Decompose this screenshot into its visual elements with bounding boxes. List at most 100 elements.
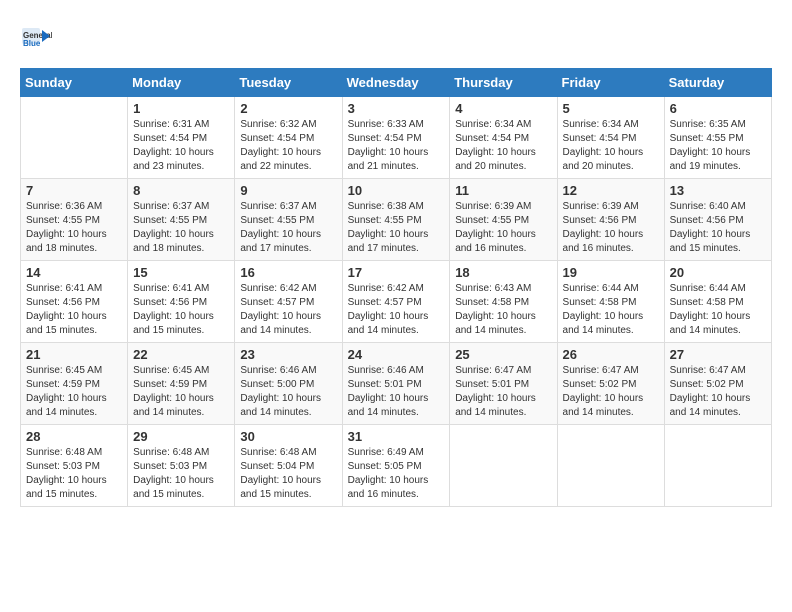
day-info: Sunrise: 6:41 AM Sunset: 4:56 PM Dayligh…	[133, 282, 229, 338]
day-info: Sunrise: 6:39 AM Sunset: 4:56 PM Dayligh…	[563, 200, 659, 256]
calendar-cell: 26 Sunrise: 6:47 AM Sunset: 5:02 PM Dayli…	[557, 343, 664, 425]
calendar-header-sunday: Sunday	[21, 69, 128, 97]
calendar-header-thursday: Thursday	[450, 69, 557, 97]
calendar-cell: 19 Sunrise: 6:44 AM Sunset: 4:58 PM Dayli…	[557, 261, 664, 343]
day-info: Sunrise: 6:34 AM Sunset: 4:54 PM Dayligh…	[563, 118, 659, 174]
day-number: 15	[133, 265, 229, 280]
day-number: 2	[240, 101, 336, 116]
day-info: Sunrise: 6:37 AM Sunset: 4:55 PM Dayligh…	[133, 200, 229, 256]
calendar-cell: 24 Sunrise: 6:46 AM Sunset: 5:01 PM Dayli…	[342, 343, 450, 425]
day-info: Sunrise: 6:44 AM Sunset: 4:58 PM Dayligh…	[670, 282, 766, 338]
calendar-cell: 29Sunrise: 6:48 AM Sunset: 5:03 PM Dayli…	[128, 425, 235, 507]
day-number: 17	[348, 265, 445, 280]
calendar-cell	[450, 425, 557, 507]
day-info: Sunrise: 6:47 AM Sunset: 5:02 PM Dayligh…	[563, 364, 659, 420]
day-number: 7	[26, 183, 122, 198]
day-info: Sunrise: 6:37 AM Sunset: 4:55 PM Dayligh…	[240, 200, 336, 256]
day-info: Sunrise: 6:45 AM Sunset: 4:59 PM Dayligh…	[133, 364, 229, 420]
calendar-cell: 5 Sunrise: 6:34 AM Sunset: 4:54 PM Daylig…	[557, 97, 664, 179]
calendar: SundayMondayTuesdayWednesdayThursdayFrid…	[20, 68, 772, 507]
calendar-header-wednesday: Wednesday	[342, 69, 450, 97]
calendar-cell	[21, 97, 128, 179]
day-number: 14	[26, 265, 122, 280]
calendar-week-4: 28 Sunrise: 6:48 AM Sunset: 5:03 PM Dayli…	[21, 425, 772, 507]
calendar-cell: 13 Sunrise: 6:40 AM Sunset: 4:56 PM Dayli…	[664, 179, 771, 261]
day-info: Sunrise: 6:41 AM Sunset: 4:56 PM Dayligh…	[26, 282, 122, 338]
calendar-cell: 15 Sunrise: 6:41 AM Sunset: 4:56 PM Dayli…	[128, 261, 235, 343]
calendar-header-tuesday: Tuesday	[235, 69, 342, 97]
calendar-cell: 11Sunrise: 6:39 AM Sunset: 4:55 PM Dayli…	[450, 179, 557, 261]
day-number: 31	[348, 429, 445, 444]
day-info: Sunrise: 6:44 AM Sunset: 4:58 PM Dayligh…	[563, 282, 659, 338]
calendar-cell: 16 Sunrise: 6:42 AM Sunset: 4:57 PM Dayli…	[235, 261, 342, 343]
calendar-cell	[664, 425, 771, 507]
day-info: Sunrise: 6:48 AM Sunset: 5:04 PM Dayligh…	[240, 446, 336, 502]
day-number: 20	[670, 265, 766, 280]
day-number: 19	[563, 265, 659, 280]
day-number: 12	[563, 183, 659, 198]
day-number: 3	[348, 101, 445, 116]
calendar-cell: 14 Sunrise: 6:41 AM Sunset: 4:56 PM Dayli…	[21, 261, 128, 343]
calendar-cell: 28Sunrise: 6:48 AM Sunset: 5:03 PM Dayli…	[21, 425, 128, 507]
calendar-cell: 21 Sunrise: 6:45 AM Sunset: 4:59 PM Dayli…	[21, 343, 128, 425]
calendar-cell: 8 Sunrise: 6:37 AM Sunset: 4:55 PM Daylig…	[128, 179, 235, 261]
calendar-cell: 3Sunrise: 6:33 AM Sunset: 4:54 PM Daylig…	[342, 97, 450, 179]
day-info: Sunrise: 6:36 AM Sunset: 4:55 PM Dayligh…	[26, 200, 122, 256]
day-number: 16	[240, 265, 336, 280]
day-info: Sunrise: 6:32 AM Sunset: 4:54 PM Dayligh…	[240, 118, 336, 174]
calendar-cell: 10Sunrise: 6:38 AM Sunset: 4:55 PM Dayli…	[342, 179, 450, 261]
day-info: Sunrise: 6:39 AM Sunset: 4:55 PM Dayligh…	[455, 200, 551, 256]
day-number: 1	[133, 101, 229, 116]
day-info: Sunrise: 6:45 AM Sunset: 4:59 PM Dayligh…	[26, 364, 122, 420]
logo-icon: General Blue	[20, 20, 52, 52]
calendar-cell: 7 Sunrise: 6:36 AM Sunset: 4:55 PM Daylig…	[21, 179, 128, 261]
calendar-header-row: SundayMondayTuesdayWednesdayThursdayFrid…	[21, 69, 772, 97]
header: General Blue	[20, 20, 772, 52]
day-info: Sunrise: 6:42 AM Sunset: 4:57 PM Dayligh…	[240, 282, 336, 338]
calendar-cell: 23Sunrise: 6:46 AM Sunset: 5:00 PM Dayli…	[235, 343, 342, 425]
calendar-cell: 25Sunrise: 6:47 AM Sunset: 5:01 PM Dayli…	[450, 343, 557, 425]
calendar-cell: 31 Sunrise: 6:49 AM Sunset: 5:05 PM Dayli…	[342, 425, 450, 507]
logo: General Blue	[20, 20, 56, 52]
calendar-cell: 17 Sunrise: 6:42 AM Sunset: 4:57 PM Dayli…	[342, 261, 450, 343]
day-number: 30	[240, 429, 336, 444]
day-number: 9	[240, 183, 336, 198]
day-number: 26	[563, 347, 659, 362]
day-number: 28	[26, 429, 122, 444]
calendar-cell: 27Sunrise: 6:47 AM Sunset: 5:02 PM Dayli…	[664, 343, 771, 425]
day-info: Sunrise: 6:46 AM Sunset: 5:01 PM Dayligh…	[348, 364, 445, 420]
calendar-body: 1 Sunrise: 6:31 AM Sunset: 4:54 PM Daylig…	[21, 97, 772, 507]
day-number: 6	[670, 101, 766, 116]
calendar-cell: 1 Sunrise: 6:31 AM Sunset: 4:54 PM Daylig…	[128, 97, 235, 179]
calendar-header-friday: Friday	[557, 69, 664, 97]
day-number: 13	[670, 183, 766, 198]
day-info: Sunrise: 6:47 AM Sunset: 5:02 PM Dayligh…	[670, 364, 766, 420]
calendar-cell: 22 Sunrise: 6:45 AM Sunset: 4:59 PM Dayli…	[128, 343, 235, 425]
calendar-cell: 18 Sunrise: 6:43 AM Sunset: 4:58 PM Dayli…	[450, 261, 557, 343]
day-info: Sunrise: 6:35 AM Sunset: 4:55 PM Dayligh…	[670, 118, 766, 174]
calendar-week-3: 21 Sunrise: 6:45 AM Sunset: 4:59 PM Dayli…	[21, 343, 772, 425]
day-number: 21	[26, 347, 122, 362]
day-info: Sunrise: 6:48 AM Sunset: 5:03 PM Dayligh…	[133, 446, 229, 502]
day-number: 8	[133, 183, 229, 198]
calendar-cell: 9 Sunrise: 6:37 AM Sunset: 4:55 PM Daylig…	[235, 179, 342, 261]
day-info: Sunrise: 6:31 AM Sunset: 4:54 PM Dayligh…	[133, 118, 229, 174]
calendar-cell	[557, 425, 664, 507]
day-number: 24	[348, 347, 445, 362]
calendar-week-1: 7 Sunrise: 6:36 AM Sunset: 4:55 PM Daylig…	[21, 179, 772, 261]
day-number: 10	[348, 183, 445, 198]
day-info: Sunrise: 6:49 AM Sunset: 5:05 PM Dayligh…	[348, 446, 445, 502]
day-number: 4	[455, 101, 551, 116]
calendar-week-2: 14 Sunrise: 6:41 AM Sunset: 4:56 PM Dayli…	[21, 261, 772, 343]
day-number: 23	[240, 347, 336, 362]
day-info: Sunrise: 6:43 AM Sunset: 4:58 PM Dayligh…	[455, 282, 551, 338]
calendar-header-saturday: Saturday	[664, 69, 771, 97]
day-info: Sunrise: 6:40 AM Sunset: 4:56 PM Dayligh…	[670, 200, 766, 256]
day-info: Sunrise: 6:42 AM Sunset: 4:57 PM Dayligh…	[348, 282, 445, 338]
calendar-header-monday: Monday	[128, 69, 235, 97]
day-number: 5	[563, 101, 659, 116]
day-number: 18	[455, 265, 551, 280]
day-number: 22	[133, 347, 229, 362]
calendar-cell: 20 Sunrise: 6:44 AM Sunset: 4:58 PM Dayli…	[664, 261, 771, 343]
calendar-cell: 6 Sunrise: 6:35 AM Sunset: 4:55 PM Daylig…	[664, 97, 771, 179]
